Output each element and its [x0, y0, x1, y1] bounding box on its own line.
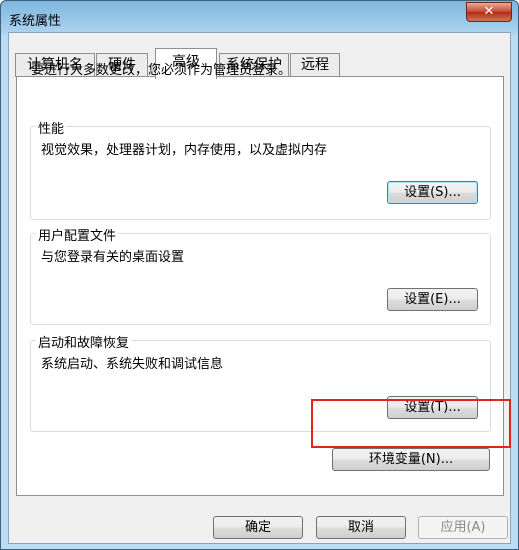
environment-variables-button[interactable]: 环境变量(N)...	[332, 448, 490, 471]
annotation-highlight-box	[311, 399, 511, 448]
ok-button[interactable]: 确定	[213, 516, 303, 539]
user-profiles-group: 用户配置文件 与您登录有关的桌面设置	[30, 225, 491, 325]
performance-settings-button[interactable]: 设置(S)...	[387, 181, 478, 204]
performance-description: 视觉效果，处理器计划，内存使用，以及虚拟内存	[41, 143, 328, 158]
startup-recovery-group-title: 启动和故障恢复	[36, 332, 132, 351]
user-profiles-group-title: 用户配置文件	[36, 225, 119, 244]
performance-group: 性能 视觉效果，处理器计划，内存使用，以及虚拟内存	[30, 118, 491, 220]
system-properties-window: 系统属性 ✕ 计算机名 硬件 高级 系统保护 远程 要进行大多数更改，您必须作为…	[0, 0, 519, 550]
startup-recovery-description: 系统启动、系统失败和调试信息	[41, 357, 224, 372]
title-bar[interactable]: 系统属性 ✕	[1, 1, 518, 33]
apply-button[interactable]: 应用(A)	[418, 516, 508, 539]
cancel-button[interactable]: 取消	[316, 516, 406, 539]
window-title: 系统属性	[9, 14, 62, 29]
close-button[interactable]: ✕	[466, 2, 512, 22]
performance-group-title: 性能	[36, 118, 67, 137]
admin-note: 要进行大多数更改，您必须作为管理员登录。	[31, 63, 292, 78]
user-profiles-settings-button[interactable]: 设置(E)...	[387, 288, 478, 311]
user-profiles-description: 与您登录有关的桌面设置	[41, 250, 185, 265]
tab-remote[interactable]: 远程	[290, 53, 340, 77]
